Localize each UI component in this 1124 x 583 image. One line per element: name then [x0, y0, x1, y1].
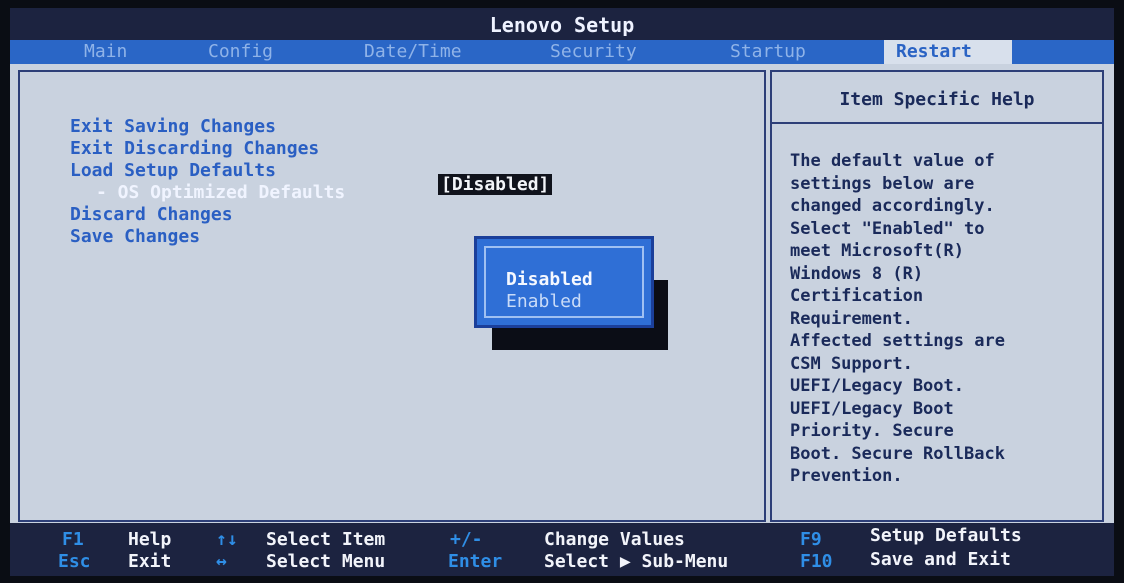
exit-discarding-changes-item[interactable]: Exit Discarding Changes — [70, 138, 319, 160]
enter-key: Enter — [448, 551, 503, 572]
plus-minus-key: +/- — [450, 529, 483, 550]
popup-frame: Disabled Enabled — [484, 246, 644, 318]
tab-config[interactable]: Config — [196, 40, 285, 64]
option-enabled[interactable]: Enabled — [506, 291, 582, 313]
change-values-label: Change Values — [544, 529, 685, 550]
exit-saving-changes-item[interactable]: Exit Saving Changes — [70, 116, 276, 138]
help-text: The default value of settings below are … — [790, 151, 1005, 486]
key-help-footer: F1 Help Esc Exit ↑↓ Select Item ↔ Select… — [10, 523, 1114, 576]
help-panel: Item Specific Help The default value of … — [770, 70, 1104, 522]
esc-key: Esc — [58, 551, 91, 572]
os-optimized-defaults-item[interactable]: - OS Optimized Defaults — [96, 182, 345, 204]
option-disabled[interactable]: Disabled — [506, 269, 593, 291]
setup-title: Lenovo Setup — [10, 8, 1114, 40]
menu-bar: Main Config Date/Time Security Startup R… — [10, 40, 1114, 64]
help-header: Item Specific Help — [772, 72, 1102, 124]
tab-date-time[interactable]: Date/Time — [352, 40, 474, 64]
f9-key: F9 — [800, 529, 822, 550]
esc-exit-label: Exit — [128, 551, 172, 572]
tab-startup[interactable]: Startup — [718, 40, 818, 64]
f1-help-label: Help — [128, 529, 172, 550]
os-optimized-defaults-value[interactable]: [Disabled] — [438, 174, 553, 195]
bios-screen: Lenovo Setup Main Config Date/Time Secur… — [10, 8, 1114, 576]
up-down-arrows-icon: ↑↓ — [216, 529, 238, 550]
f10-key: F10 — [800, 551, 833, 572]
select-item-label: Select Item — [266, 529, 386, 550]
left-right-arrows-icon: ↔ — [216, 551, 227, 572]
value-select-popup: Disabled Enabled — [474, 236, 654, 328]
tab-security[interactable]: Security — [538, 40, 649, 64]
save-and-exit-label: Save and Exit — [870, 549, 1011, 570]
select-menu-label: Select Menu — [266, 551, 386, 572]
load-setup-defaults-item[interactable]: Load Setup Defaults — [70, 160, 276, 182]
tab-main[interactable]: Main — [72, 40, 139, 64]
tab-restart[interactable]: Restart — [884, 40, 1012, 64]
select-sub-menu-label: Select ▶ Sub-Menu — [544, 551, 729, 572]
setup-defaults-label: Setup Defaults — [870, 525, 1022, 546]
discard-changes-item[interactable]: Discard Changes — [70, 204, 233, 226]
f1-key: F1 — [62, 529, 84, 550]
save-changes-item[interactable]: Save Changes — [70, 226, 200, 248]
